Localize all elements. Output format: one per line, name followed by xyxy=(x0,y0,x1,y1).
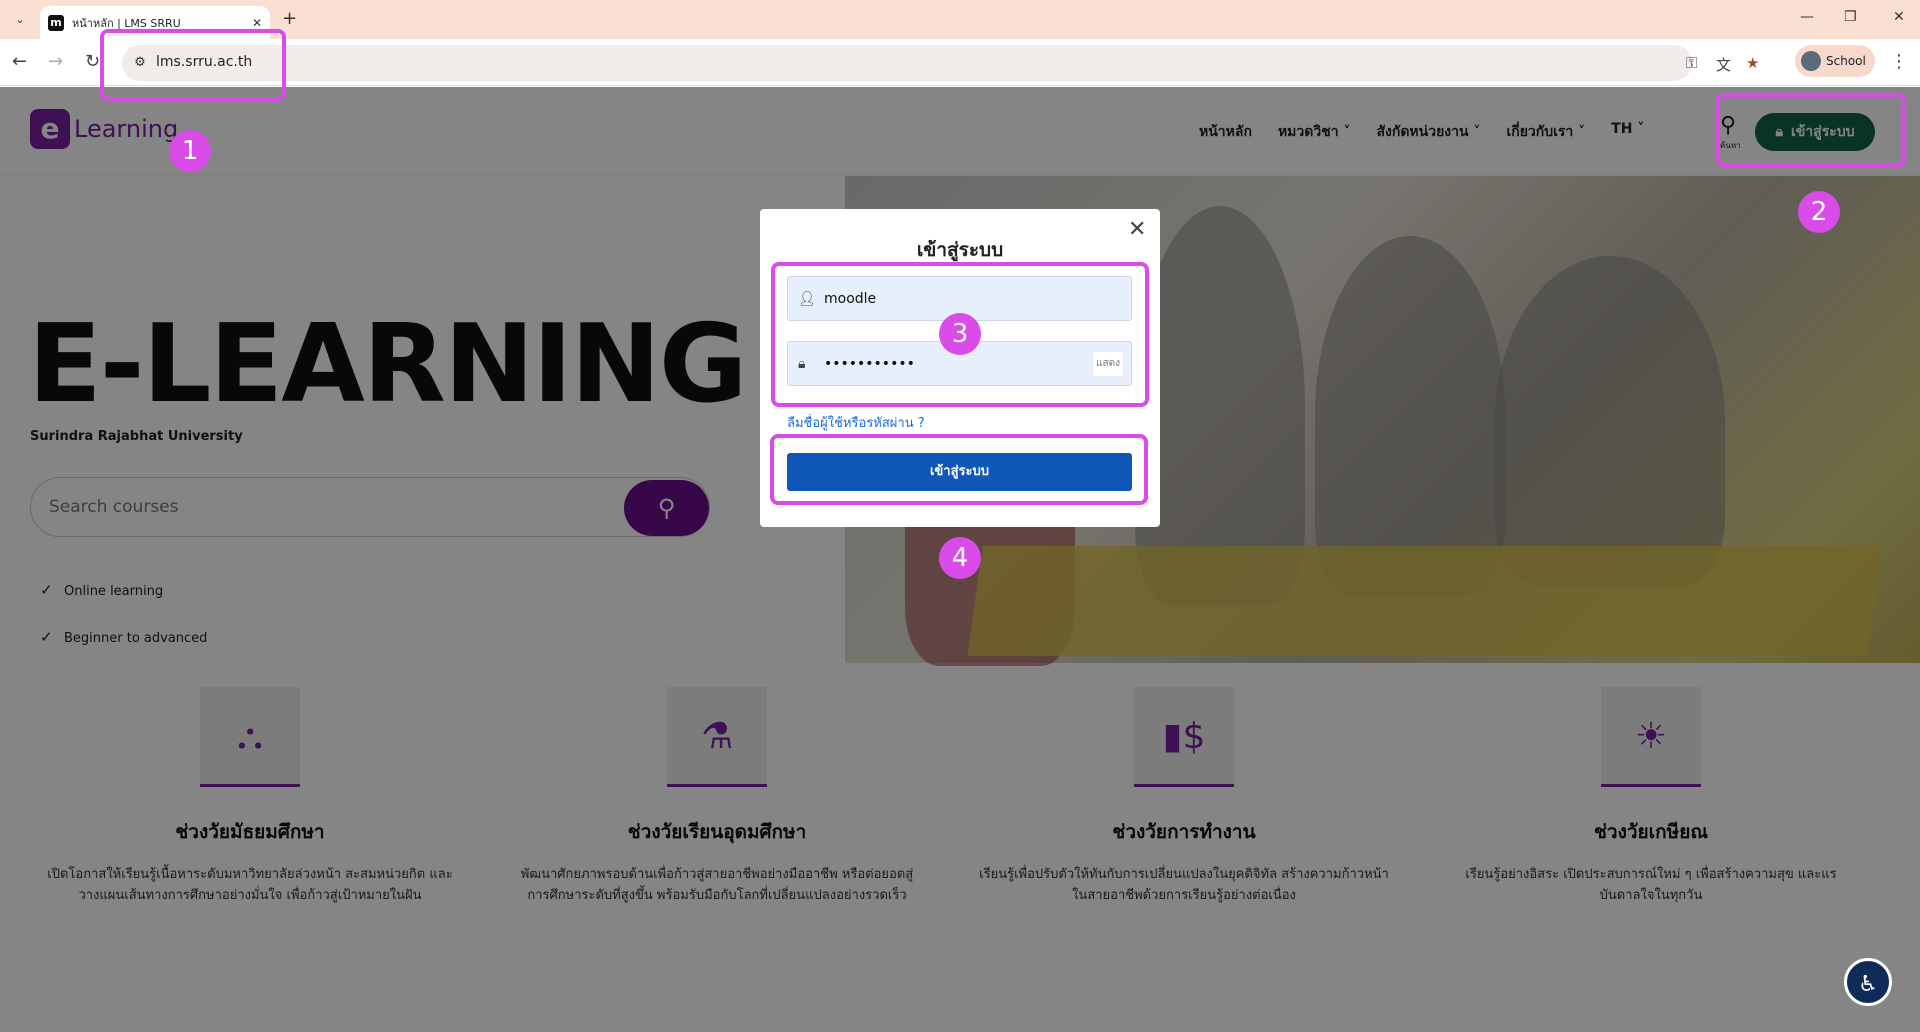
forward-icon[interactable]: → xyxy=(48,51,63,72)
annotation-number: 2 xyxy=(1798,191,1840,233)
modal-title: เข้าสู่ระบบ xyxy=(916,239,1004,261)
password-key-icon[interactable]: ⚿ xyxy=(1686,54,1697,72)
profile-label: School xyxy=(1826,54,1866,68)
browser-menu-icon[interactable]: ⋮ xyxy=(1890,51,1908,72)
annotation-number: 4 xyxy=(939,537,981,579)
window-close-icon[interactable]: ✕ xyxy=(1893,9,1905,25)
address-bar[interactable]: ⚙ lms.srru.ac.th ⚿ 文 ★ xyxy=(122,45,1759,81)
new-tab-icon[interactable]: + xyxy=(282,8,297,29)
browser-tab-strip: ⌄ m หน้าหลัก | LMS SRRU ✕ + — ❐ ✕ xyxy=(0,0,1920,39)
restore-icon[interactable]: ❐ xyxy=(1844,9,1857,25)
highlight-login-button xyxy=(1716,93,1906,167)
minimize-icon[interactable]: — xyxy=(1800,9,1814,25)
translate-icon[interactable]: 文 xyxy=(1716,54,1731,75)
highlight-submit xyxy=(770,434,1148,505)
highlight-url xyxy=(100,29,286,101)
back-icon[interactable]: ← xyxy=(12,51,27,72)
profile-button[interactable]: School xyxy=(1795,45,1875,77)
profile-avatar xyxy=(1801,51,1821,71)
site-favicon-icon: m xyxy=(48,14,64,31)
tab-close-icon[interactable]: ✕ xyxy=(252,16,262,30)
tab-search-chevron-icon[interactable]: ⌄ xyxy=(10,10,30,30)
annotation-number: 1 xyxy=(169,130,211,172)
modal-close-icon[interactable]: ✕ xyxy=(1128,217,1146,242)
annotation-number: 3 xyxy=(939,313,981,355)
reload-icon[interactable]: ↻ xyxy=(85,51,100,72)
forgot-password-link[interactable]: ลืมชื่อผู้ใช้หรือรหัสผ่าน ? xyxy=(787,412,925,433)
bookmark-star-icon[interactable]: ★ xyxy=(1746,54,1759,72)
accessibility-icon[interactable]: ♿︎ xyxy=(1844,958,1892,1006)
browser-toolbar: ← → ↻ ⚙ lms.srru.ac.th ⚿ 文 ★ School ⋮ xyxy=(0,39,1920,86)
